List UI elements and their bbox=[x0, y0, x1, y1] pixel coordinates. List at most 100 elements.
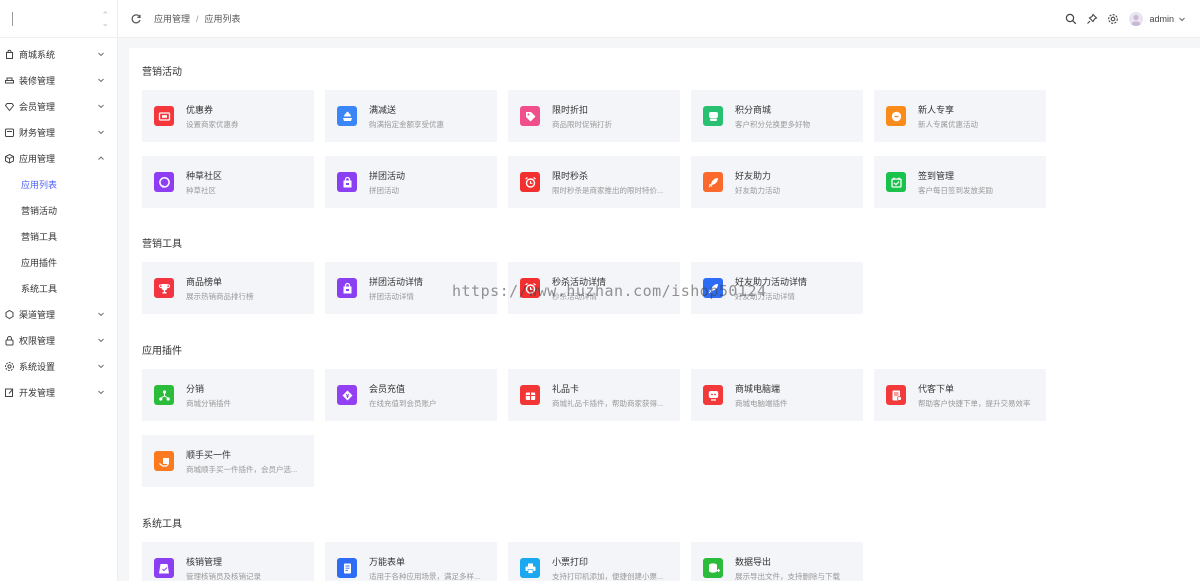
section-title: 系统工具 bbox=[142, 519, 182, 530]
pin-icon[interactable] bbox=[1086, 13, 1098, 25]
app-card-desc: 商城礼品卡插件，帮助商家获得... bbox=[552, 398, 664, 408]
app-card[interactable]: 好友助力 好友助力活动 bbox=[691, 156, 863, 208]
app-card[interactable]: 小票打印 支持打印机添加，便捷创建小票... bbox=[508, 542, 680, 581]
app-card-name: 限时秒杀 bbox=[552, 170, 589, 181]
sidebar-item-8[interactable]: 系统设置 bbox=[0, 353, 117, 379]
app-card[interactable]: 数据导出 展示导出文件，支持删除与下载 bbox=[691, 542, 863, 581]
refresh-icon[interactable] bbox=[130, 13, 142, 25]
sidebar-subitem-5[interactable]: 系统工具 bbox=[0, 275, 117, 301]
brush-icon bbox=[4, 75, 15, 86]
app-card-text: 代客下单 帮助客户快捷下单，提升交易效率 bbox=[918, 382, 1031, 409]
sidebar: ⌃ ⌄ 商城系统 装修管理 会员管理 财务管理 应用管理 应用列表 营销活动 营销工具 应用插件系… bbox=[0, 0, 118, 581]
watermark-text: https://www.huzhan.com/ishop50124 bbox=[452, 282, 767, 300]
app-card-name: 积分商城 bbox=[735, 104, 772, 115]
sidebar-subitem-3[interactable]: 营销工具 bbox=[0, 223, 117, 249]
app-card[interactable]: 新人专享新人专属优惠活动 bbox=[874, 90, 1046, 142]
channel-icon bbox=[4, 309, 15, 320]
app-card[interactable]: 商城电脑端 商城电脑端插件 bbox=[691, 369, 863, 421]
app-card-text: 优惠券设置商家优惠券 bbox=[186, 103, 239, 130]
section-title: 应用插件 bbox=[142, 346, 182, 357]
chevron-down-icon bbox=[98, 104, 104, 109]
sidebar-item-label: 系统设置 bbox=[19, 361, 56, 372]
app-card[interactable]: 满减送 购满指定金额享受优惠 bbox=[325, 90, 497, 142]
app-card[interactable]: 分销 商城分销插件 bbox=[142, 369, 314, 421]
chevron-down-icon[interactable] bbox=[1178, 15, 1186, 23]
app-card[interactable]: 顺手买一件 商城顺手买一件插件，会员户选... bbox=[142, 435, 314, 487]
rocket-icon bbox=[703, 172, 723, 192]
user-name[interactable]: admin bbox=[1149, 14, 1174, 24]
app-card-desc: 限时秒杀是商家推出的限时特价... bbox=[552, 185, 664, 195]
sidebar-subitem-2[interactable]: 营销活动 bbox=[0, 197, 117, 223]
group-bag-icon bbox=[337, 278, 357, 298]
app-card[interactable]: 积分商城客户积分兑换更多好物 bbox=[691, 90, 863, 142]
app-card-text: 分销 商城分销插件 bbox=[186, 382, 231, 409]
cube-icon bbox=[4, 153, 15, 164]
sidebar-item-label: 财务管理 bbox=[19, 127, 56, 138]
sidebar-item-7[interactable]: 权限管理 bbox=[0, 327, 117, 353]
app-card[interactable]: 种草社区 种草社区 bbox=[142, 156, 314, 208]
app-card-name: 万能表单 bbox=[369, 556, 406, 567]
sidebar-subitem-4[interactable]: 应用插件 bbox=[0, 249, 117, 275]
chevron-down-icon bbox=[98, 390, 104, 395]
app-card[interactable]: 万能表单适用于各种应用场景，满足多样... bbox=[325, 542, 497, 581]
app-card-desc: 拼团活动详情 bbox=[369, 291, 414, 301]
app-card[interactable]: 会员充值 在线充值到会员账户 bbox=[325, 369, 497, 421]
calendar-check-icon bbox=[886, 172, 906, 192]
app-card[interactable]: 礼品卡 商城礼品卡插件，帮助商家获得... bbox=[508, 369, 680, 421]
coupon-icon bbox=[154, 106, 174, 126]
app-card-text: 限时秒杀限时秒杀是商家推出的限时特价... bbox=[552, 169, 663, 196]
breadcrumb-current: 应用列表 bbox=[204, 14, 241, 24]
sidebar-item-3[interactable]: 会员管理 bbox=[0, 93, 117, 119]
chevron-up-icon bbox=[98, 156, 104, 160]
app-card-desc: 种草社区 bbox=[186, 185, 216, 195]
app-card-text: 礼品卡 商城礼品卡插件，帮助商家获得... bbox=[552, 382, 663, 409]
app-card-name: 优惠券 bbox=[186, 104, 214, 115]
bag-icon bbox=[4, 49, 15, 60]
app-card-desc: 商城分销插件 bbox=[186, 398, 231, 408]
sidebar-item-label: 渠道管理 bbox=[19, 309, 56, 320]
app-card[interactable]: 限时秒杀限时秒杀是商家推出的限时特价... bbox=[508, 156, 680, 208]
app-card-desc: 客户积分兑换更多好物 bbox=[735, 119, 810, 129]
app-card[interactable]: 商品榜单 展示热销商品排行榜 bbox=[142, 262, 314, 314]
app-card-desc: 新人专属优惠活动 bbox=[918, 119, 978, 129]
sidebar-item-4[interactable]: 财务管理 bbox=[0, 119, 117, 145]
sidebar-item-6[interactable]: 渠道管理 bbox=[0, 301, 117, 327]
export-icon bbox=[703, 558, 723, 578]
app-card[interactable]: 优惠券设置商家优惠券 bbox=[142, 90, 314, 142]
sidebar-item-1[interactable]: 商城系统 bbox=[0, 41, 117, 67]
app-card[interactable]: 签到管理 客户每日签到发放奖励 bbox=[874, 156, 1046, 208]
sidebar-subitem-1[interactable]: 应用列表 bbox=[0, 171, 117, 197]
sidebar-item-2[interactable]: 装修管理 bbox=[0, 67, 117, 93]
app-card-desc: 展示热销商品排行榜 bbox=[186, 291, 254, 301]
group-bag-icon bbox=[337, 172, 357, 192]
sidebar-item-label: 权限管理 bbox=[19, 335, 56, 346]
sidebar-item-label: 应用管理 bbox=[19, 153, 56, 164]
app-card[interactable]: 核销管理 管理核销员及核销记录 bbox=[142, 542, 314, 581]
app-card[interactable]: 代客下单 帮助客户快捷下单，提升交易效率 bbox=[874, 369, 1046, 421]
app-card-text: 小票打印 支持打印机添加，便捷创建小票... bbox=[552, 555, 663, 581]
sidebar-item-9[interactable]: 开发管理 bbox=[0, 379, 117, 405]
app-card[interactable]: 限时折扣 商品限时促销打折 bbox=[508, 90, 680, 142]
app-card-text: 积分商城客户积分兑换更多好物 bbox=[735, 103, 810, 130]
breadcrumb-parent[interactable]: 应用管理 bbox=[154, 12, 190, 25]
search-icon[interactable] bbox=[1065, 13, 1077, 25]
section-title: 营销活动 bbox=[142, 67, 182, 78]
distribution-icon bbox=[154, 385, 174, 405]
sidebar-item-5[interactable]: 应用管理 bbox=[0, 145, 117, 171]
top-header: 应用管理 / 应用列表 admin bbox=[118, 0, 1200, 38]
app-card-desc: 购满指定金额享受优惠 bbox=[369, 119, 444, 129]
form-icon bbox=[337, 558, 357, 578]
app-card-desc: 适用于各种应用场景，满足多样... bbox=[369, 571, 481, 581]
points-store-icon bbox=[703, 106, 723, 126]
app-card-text: 种草社区 种草社区 bbox=[186, 169, 222, 196]
tag-icon bbox=[520, 106, 540, 126]
avatar[interactable] bbox=[1129, 11, 1144, 26]
app-card-name: 新人专享 bbox=[918, 104, 955, 115]
collapse-toggle-icon[interactable]: ⌃ ⌄ bbox=[101, 10, 109, 27]
app-card-text: 核销管理 管理核销员及核销记录 bbox=[186, 555, 261, 581]
app-card-desc: 设置商家优惠券 bbox=[186, 119, 239, 129]
gear-icon[interactable] bbox=[1107, 13, 1119, 25]
app-card-text: 商品榜单 展示热销商品排行榜 bbox=[186, 275, 254, 302]
edit-icon bbox=[4, 387, 15, 398]
app-card[interactable]: 拼团活动 拼团活动 bbox=[325, 156, 497, 208]
